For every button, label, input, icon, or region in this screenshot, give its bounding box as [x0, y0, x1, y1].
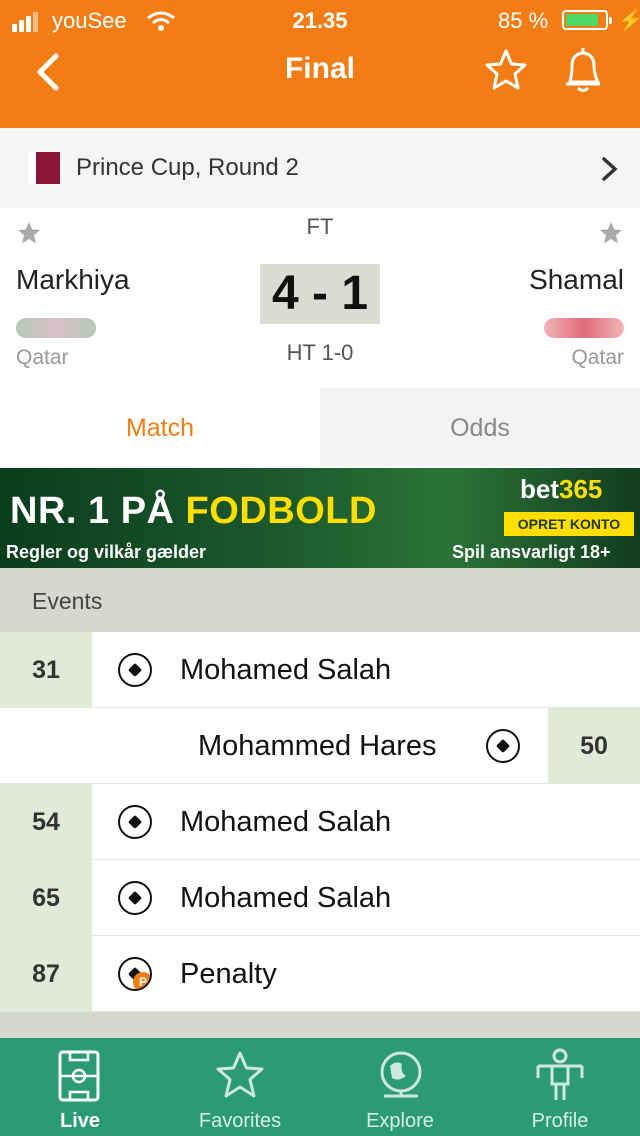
home-team-colors — [16, 318, 96, 338]
away-team-colors — [544, 318, 624, 338]
pitch-icon[interactable] — [58, 1050, 100, 1102]
tab-match[interactable]: Match — [0, 388, 320, 466]
tab-favorites[interactable]: Favorites — [160, 1110, 320, 1133]
qatar-flag-icon — [28, 152, 60, 184]
star-icon[interactable] — [214, 1050, 266, 1100]
page-title: Final — [284, 52, 355, 85]
competition-name: Prince Cup, Round 2 — [76, 154, 299, 181]
halftime-score: HT 1-0 — [286, 340, 354, 365]
tab-odds[interactable]: Odds — [320, 388, 640, 466]
ad-cta-button[interactable]: OPRET KONTO — [504, 512, 634, 536]
tab-explore[interactable]: Explore — [320, 1110, 480, 1133]
tab-live[interactable]: Live — [0, 1110, 160, 1133]
ad-brand: bet365 — [520, 474, 603, 504]
score: 4 - 1 — [260, 264, 380, 324]
event-player: Mohamed Salah — [180, 654, 392, 686]
event-row[interactable] — [0, 936, 640, 1012]
ad-headline: NR. 1 PÅ FODBOLD — [10, 490, 377, 532]
goal-ball-icon — [486, 729, 520, 763]
event-player: Mohammed Hares — [198, 730, 437, 762]
battery-icon — [562, 10, 612, 30]
goal-ball-icon — [118, 805, 152, 839]
favorite-star-icon[interactable] — [484, 48, 528, 92]
goal-ball-icon — [118, 653, 152, 687]
event-player: Mohamed Salah — [180, 882, 392, 914]
events-title: Events — [32, 588, 103, 614]
notification-bell-icon[interactable] — [560, 44, 606, 94]
chevron-right-icon — [602, 157, 618, 181]
away-team-name[interactable]: Shamal — [529, 264, 624, 296]
globe-icon[interactable] — [376, 1048, 426, 1102]
player-icon[interactable] — [534, 1048, 586, 1102]
battery-percent: 85 % — [498, 8, 549, 33]
match-status: FT — [306, 214, 334, 239]
next-section-header — [0, 1012, 640, 1038]
event-minute: 50 — [548, 708, 640, 784]
home-team-name[interactable]: Markhiya — [16, 264, 130, 296]
event-minute: 31 — [0, 632, 92, 708]
ad-responsible: Spil ansvarligt 18+ — [452, 542, 611, 562]
penalty-goal-icon: P — [118, 957, 152, 991]
charging-icon: ⚡ — [618, 10, 640, 32]
tab-profile[interactable]: Profile — [480, 1110, 640, 1133]
event-player: Penalty — [180, 958, 277, 990]
event-minute: 65 — [0, 860, 92, 936]
ad-terms: Regler og vilkår gælder — [6, 542, 207, 562]
event-minute: 54 — [0, 784, 92, 860]
event-minute: 87 — [0, 936, 92, 1012]
event-player: Mohamed Salah — [180, 806, 392, 838]
goal-ball-icon — [118, 881, 152, 915]
